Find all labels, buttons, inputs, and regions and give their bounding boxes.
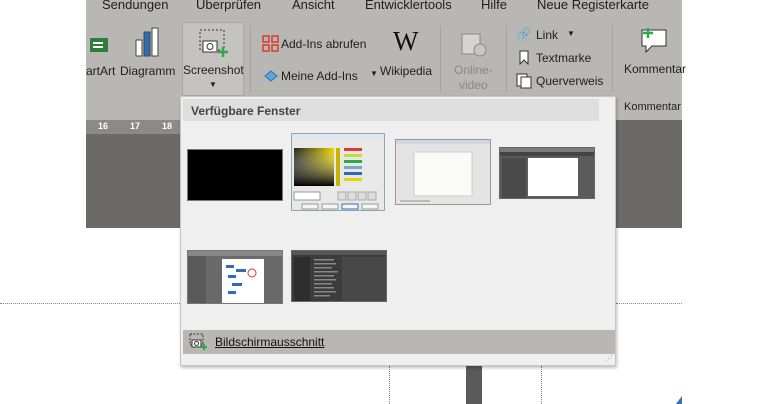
addins-abrufen-label: Add-Ins abrufen — [281, 37, 367, 51]
window-thumbnail-blank-document[interactable] — [395, 139, 491, 205]
screenshot-dropdown-arrow-icon: ▼ — [209, 80, 217, 89]
querverweis-label: Querverweis — [536, 74, 604, 88]
meine-addins-button[interactable]: Meine Add-Ins ▼ — [260, 66, 378, 86]
meine-addins-label: Meine Add-Ins — [281, 69, 358, 83]
window-thumbnail-dark-app[interactable] — [499, 147, 595, 199]
window-thumbnail-diagram[interactable] — [187, 250, 283, 304]
wikipedia-button[interactable]: W Wikipedia — [378, 26, 434, 82]
comment-icon — [641, 28, 667, 54]
ribbon-separator — [250, 26, 251, 92]
tab-ansicht[interactable]: Ansicht — [292, 0, 335, 12]
bildschirmausschnitt-label: Bildschirmausschnitt — [215, 335, 325, 349]
addins-abrufen-button[interactable]: Add-Ins abrufen — [260, 34, 372, 54]
store-icon — [262, 35, 279, 52]
window-thumbnail-color-dialog[interactable] — [291, 133, 385, 211]
wikipedia-label: Wikipedia — [380, 64, 433, 78]
screenshot-icon — [199, 29, 228, 57]
addins-icon — [264, 70, 278, 82]
kommentar-button[interactable]: Kommentar — [620, 26, 686, 82]
bookmark-icon — [519, 50, 529, 66]
resize-grip-icon[interactable]: ⋰ — [605, 354, 613, 363]
table-gridline — [541, 366, 542, 404]
ruler: 16 17 18 — [86, 120, 182, 134]
online-video-button: Online- video — [448, 26, 498, 94]
tab-hilfe[interactable]: Hilfe — [481, 0, 507, 12]
cross-reference-icon — [516, 73, 532, 89]
dark-app-preview — [500, 148, 594, 198]
screenshot-label: Screenshot — [183, 63, 244, 77]
table-gridline — [389, 366, 390, 404]
blank-document-preview — [396, 140, 490, 202]
corner-indicator-icon — [676, 396, 682, 404]
online-video-label: Online- video — [454, 63, 493, 92]
document-shape — [466, 366, 482, 404]
tab-sendungen[interactable]: Sendungen — [102, 0, 169, 12]
link-arrow-icon: ▼ — [567, 29, 575, 38]
page-margin-line — [616, 303, 682, 304]
screenshot-button[interactable]: Screenshot ▼ — [182, 22, 244, 96]
diagram-preview — [188, 251, 282, 303]
wikipedia-icon: W — [393, 26, 419, 56]
diagramm-label: Diagramm — [120, 64, 176, 78]
ribbon-separator-4 — [612, 26, 613, 92]
diagramm-button[interactable]: Diagramm — [120, 24, 180, 82]
chart-icon — [135, 27, 159, 57]
link-button[interactable]: 🔗 Link ▼ — [514, 26, 594, 44]
tab-entwicklertools[interactable]: Entwicklertools — [365, 0, 452, 12]
link-label: Link — [536, 28, 559, 42]
textmarke-label: Textmarke — [536, 51, 592, 65]
meine-addins-arrow-icon: ▼ — [370, 69, 378, 78]
ribbon-separator-2 — [440, 26, 441, 92]
ribbon-tabs: Sendungen Überprüfen Ansicht Entwicklert… — [86, 0, 682, 16]
ribbon-separator-3 — [506, 26, 507, 92]
window-thumbnail-file-explorer[interactable] — [291, 250, 387, 302]
screen-clipping-icon — [189, 333, 207, 350]
smartart-label: artArt — [86, 64, 116, 78]
group-label-kommentare: Kommentar — [624, 101, 681, 113]
ruler-number: 17 — [130, 121, 141, 131]
tab-neue-registerkarte[interactable]: Neue Registerkarte — [537, 0, 649, 12]
textmarke-button[interactable]: Textmarke — [514, 49, 604, 67]
tab-ueberpruefen[interactable]: Überprüfen — [196, 0, 261, 12]
page-margin-line — [0, 303, 180, 304]
bildschirmausschnitt-button[interactable]: Bildschirmausschnitt — [183, 330, 615, 354]
ruler-number: 18 — [162, 121, 173, 131]
querverweis-button[interactable]: Querverweis — [514, 72, 606, 90]
smartart-icon — [90, 38, 108, 52]
file-explorer-preview — [292, 251, 386, 301]
ruler-number: 16 — [98, 121, 109, 131]
window-thumbnail-black[interactable] — [187, 149, 283, 201]
online-video-icon — [461, 33, 487, 57]
dropdown-header: Verfügbare Fenster — [183, 99, 599, 121]
link-icon: 🔗 — [516, 27, 531, 41]
color-dialog-preview — [292, 134, 384, 210]
screenshot-dropdown: Verfügbare Fenster Bildschirmausschnitt … — [180, 96, 616, 366]
kommentar-label: Kommentar — [624, 62, 687, 76]
